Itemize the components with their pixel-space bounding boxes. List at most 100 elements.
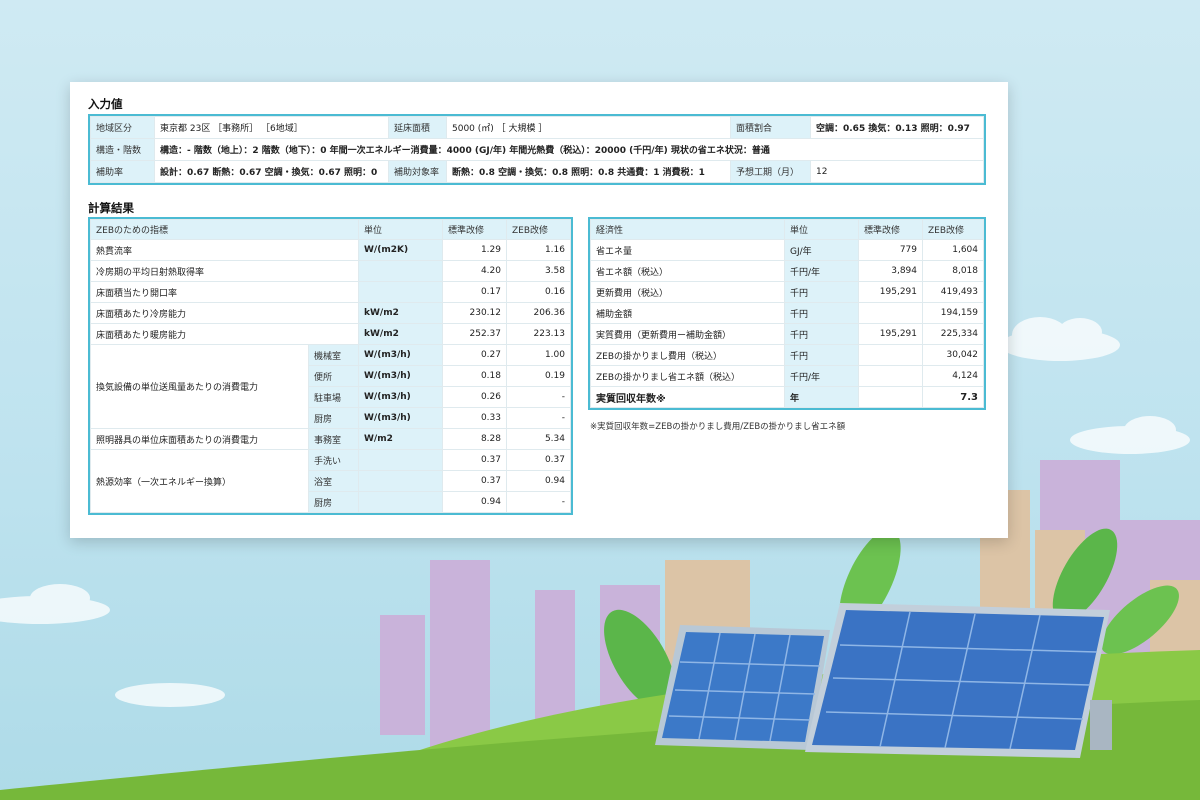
row-name: 実質費用（更新費用ー補助金額） (590, 323, 785, 345)
input-values-box: 地域区分 東京都 23区 ［事務所］ ［6地域］ 延床面積 5000 (㎡) ［… (88, 114, 986, 185)
row-unit: W/(m2K) (358, 239, 443, 261)
row-zeb-value: 30,042 (922, 344, 984, 366)
row-subcategory: 事務室 (308, 428, 359, 450)
row-zeb-value: 5.34 (506, 428, 571, 450)
row-zeb-value: 225,334 (922, 323, 984, 345)
table-row: 床面積当たり開口率 0.17 0.16 (90, 281, 571, 303)
row-standard-value: 252.37 (442, 323, 507, 345)
row-unit: W/(m3/h) (358, 407, 443, 429)
row-standard-value (858, 344, 923, 366)
heat-source-group-name: 熱源効率（一次エネルギー換算） (90, 449, 309, 513)
row-unit (358, 260, 443, 282)
row-unit: W/(m3/h) (358, 365, 443, 387)
lighting-row-name: 照明器具の単位床面積あたりの消費電力 (90, 428, 309, 450)
area-ratio-value: 空調：0.65 換気：0.13 照明：0.97 (810, 116, 984, 139)
table-row: 換気設備の単位送風量あたりの消費電力 機械室 W/(m3/h) 0.27 1.0… (90, 344, 571, 429)
row-subcategory: 厨房 (308, 491, 359, 513)
region-value: 東京都 23区 ［事務所］ ［6地域］ (154, 116, 389, 139)
row-zeb-value: 206.36 (506, 302, 571, 324)
zeb-index-box: ZEBのための指標 単位 標準改修 ZEB改修 熱貫流率 W/(m2K) 1.2… (88, 217, 573, 515)
row-standard-value: 0.18 (442, 365, 507, 387)
row-standard-value (858, 386, 923, 408)
subsidy-target-label: 補助対象率 (388, 160, 447, 183)
row-standard-value: 195,291 (858, 281, 923, 303)
economics-table: 経済性 単位 標準改修 ZEB改修 省エネ量 GJ/年 779 1,604 省エ… (590, 219, 984, 408)
row-unit: kW/m2 (358, 323, 443, 345)
row-name: 床面積当たり開口率 (90, 281, 359, 303)
row-standard-value: 0.27 (442, 344, 507, 366)
row-subcategory: 機械室 (308, 344, 359, 366)
solar-panel-right (805, 603, 1112, 758)
row-standard-value: 0.37 (442, 470, 507, 492)
row-standard-value: 195,291 (858, 323, 923, 345)
row-name: 床面積あたり暖房能力 (90, 323, 359, 345)
row-name: 熱貫流率 (90, 239, 359, 261)
row-unit (358, 491, 443, 513)
row-name: 冷房期の平均日射熱取得率 (90, 260, 359, 282)
row-standard-value: 0.17 (442, 281, 507, 303)
row-unit: 千円/年 (784, 260, 859, 282)
structure-label: 構造・階数 (90, 138, 155, 161)
table-row: ZEBの掛かりまし省エネ額（税込） 千円/年 4,124 (590, 365, 984, 387)
zeb-calculator-panel: 入力値 地域区分 東京都 23区 ［事務所］ ［6地域］ 延床面積 5000 (… (70, 82, 1008, 538)
period-value: 12 (810, 160, 984, 183)
table-row: 熱源効率（一次エネルギー換算） 手洗い 0.37 0.37 (90, 449, 571, 513)
row-unit: GJ/年 (784, 239, 859, 261)
row-standard-value: 3,894 (858, 260, 923, 282)
row-standard-value: 0.94 (442, 491, 507, 513)
input-row-subsidy: 補助率 設計：0.67 断熱：0.67 空調・換気：0.67 照明：0 補助対象… (90, 160, 984, 183)
floor-area-value: 5000 (㎡) ［ 大規模 ］ (446, 116, 731, 139)
row-unit: 千円 (784, 344, 859, 366)
economics-header: 経済性 単位 標準改修 ZEB改修 (590, 219, 984, 240)
row-unit: kW/m2 (358, 302, 443, 324)
row-name: 補助金額 (590, 302, 785, 324)
subsidy-rate-label: 補助率 (90, 160, 155, 183)
row-zeb-value: - (506, 386, 571, 408)
row-unit: W/m2 (358, 428, 443, 450)
col-header-economics: 経済性 (590, 219, 785, 240)
row-zeb-value: 1,604 (922, 239, 984, 261)
table-row: 省エネ量 GJ/年 779 1,604 (590, 239, 984, 261)
row-zeb-value: 419,493 (922, 281, 984, 303)
row-standard-value: 0.37 (442, 449, 507, 471)
row-name: ZEBの掛かりまし省エネ額（税込） (590, 365, 785, 387)
row-subcategory: 駐車場 (308, 386, 359, 408)
subsidy-target-value: 断熱：0.8 空調・換気：0.8 照明：0.8 共通費：1 消費税：1 (446, 160, 731, 183)
row-zeb-value: 0.94 (506, 470, 571, 492)
table-row: 床面積あたり暖房能力 kW/m2 252.37 223.13 (90, 323, 571, 345)
row-zeb-value: 1.00 (506, 344, 571, 366)
row-name: 省エネ量 (590, 239, 785, 261)
row-unit: 千円 (784, 302, 859, 324)
row-zeb-value: 0.37 (506, 449, 571, 471)
ventilation-group-name: 換気設備の単位送風量あたりの消費電力 (90, 344, 309, 429)
row-unit: 年 (784, 386, 859, 408)
table-row: 省エネ額（税込） 千円/年 3,894 8,018 (590, 260, 984, 282)
row-subcategory: 厨房 (308, 407, 359, 429)
row-name: 省エネ額（税込） (590, 260, 785, 282)
row-unit: W/(m3/h) (358, 386, 443, 408)
row-standard-value: 4.20 (442, 260, 507, 282)
floor-area-label: 延床面積 (388, 116, 447, 139)
row-unit (358, 470, 443, 492)
row-standard-value: 8.28 (442, 428, 507, 450)
payback-row: 実質回収年数※ 年 7.3 (590, 386, 984, 408)
row-zeb-value: - (506, 491, 571, 513)
zeb-index-table: ZEBのための指標 単位 標準改修 ZEB改修 熱貫流率 W/(m2K) 1.2… (90, 219, 571, 513)
row-name: ZEBの掛かりまし費用（税込） (590, 344, 785, 366)
col-header-standard: 標準改修 (858, 219, 923, 240)
col-header-unit: 単位 (784, 219, 859, 240)
col-header-unit: 単位 (358, 219, 443, 240)
table-row: 補助金額 千円 194,159 (590, 302, 984, 324)
payback-footnote: ※実質回収年数=ZEBの掛かりまし費用/ZEBの掛かりまし省エネ額 (590, 422, 846, 432)
row-unit (358, 281, 443, 303)
row-unit: 千円 (784, 281, 859, 303)
row-subcategory: 便所 (308, 365, 359, 387)
table-row: 照明器具の単位床面積あたりの消費電力 事務室 W/m2 8.28 5.34 (90, 428, 571, 450)
row-standard-value (858, 302, 923, 324)
solar-panel-left (655, 625, 830, 750)
row-zeb-value: 1.16 (506, 239, 571, 261)
table-row: 床面積あたり冷房能力 kW/m2 230.12 206.36 (90, 302, 571, 324)
row-unit (358, 449, 443, 471)
row-zeb-value: 8,018 (922, 260, 984, 282)
row-zeb-value: 3.58 (506, 260, 571, 282)
